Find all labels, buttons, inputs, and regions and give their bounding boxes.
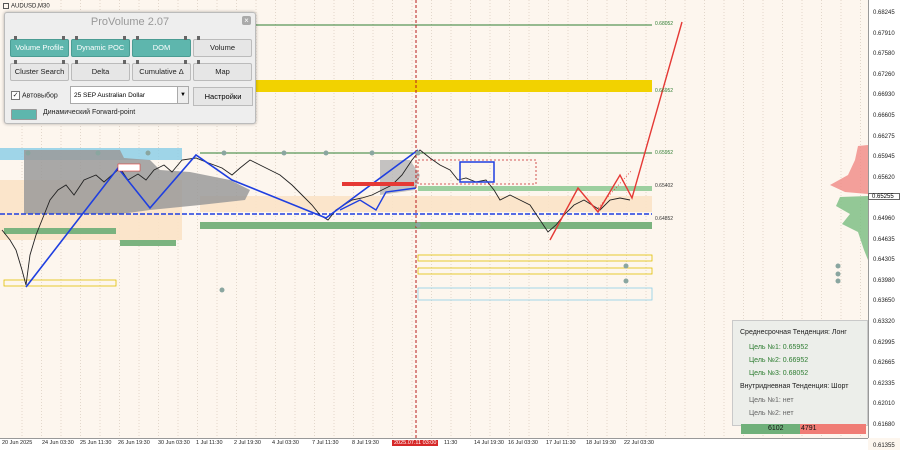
time-tick-label: 26 Jun 19:30 xyxy=(118,440,150,446)
price-tick-label: 0.64960 xyxy=(873,216,895,222)
sell-volume-value: 4791 xyxy=(801,425,817,432)
price-tick-label: 0.66275 xyxy=(873,133,895,140)
price-tick-label: 0.65945 xyxy=(873,154,895,161)
price-tick-label: 0.64635 xyxy=(873,236,895,243)
time-tick-label: 20 Jun 2025 xyxy=(2,440,33,446)
red-dashed-rect xyxy=(417,159,537,185)
intraday-target-2: Цель №2: нет xyxy=(749,410,794,417)
price-tick-label: 0.61680 xyxy=(873,422,895,428)
green-level-d xyxy=(418,186,652,191)
yellow-zone-top xyxy=(200,80,652,92)
green-level-c xyxy=(200,222,652,229)
buy-volume-value: 6102 xyxy=(768,425,784,432)
time-tick-label: 11:30 xyxy=(444,440,458,446)
mid-target-3: Цель №3: 0.68052 xyxy=(749,370,809,377)
time-tick-label: 2025.07.11 03:00 xyxy=(392,440,439,446)
time-tick-label: 2 Jul 19:30 xyxy=(234,440,261,446)
green-level-a xyxy=(4,228,116,234)
intraday-target-1: Цель №1: нет xyxy=(749,397,794,404)
trend-info-box: Среднесрочная Тенденция: Лонг Цель №1: 0… xyxy=(732,320,868,426)
time-tick-label: 14 Jul 19:30 xyxy=(474,440,504,446)
level-label-target2: 0.66952 xyxy=(655,88,674,94)
forward-point-label: Динамический Forward-point xyxy=(43,109,136,116)
price-tick-label: 0.62995 xyxy=(873,339,895,346)
mid-target-1: Цель №1: 0.65952 xyxy=(749,344,809,351)
price-tick-label: 0.62665 xyxy=(873,360,895,367)
chart-area[interactable]: AUDUSD,M30 0.68052 0.66952 0.65952 0.654… xyxy=(0,0,868,438)
time-tick-label: 18 Jul 19:30 xyxy=(586,440,616,446)
level-label-support: 0.64852 xyxy=(655,216,674,222)
cluster-search-button[interactable]: Cluster Search xyxy=(10,60,69,81)
settings-button[interactable]: Настройки xyxy=(193,87,253,106)
time-tick-label: 16 Jul 03:30 xyxy=(508,440,538,446)
auto-select-checkbox[interactable]: ✓ Автовыбор xyxy=(11,91,58,100)
close-button[interactable]: × xyxy=(242,16,251,25)
volume-button[interactable]: Volume xyxy=(193,36,252,57)
current-price-label: 0.65255 xyxy=(868,193,900,200)
red-band xyxy=(342,182,414,186)
check-icon: ✓ xyxy=(11,91,20,100)
time-tick-label: 4 Jul 03:30 xyxy=(272,440,299,446)
red-label-box xyxy=(117,163,141,172)
mid-term-trend-title: Среднесрочная Тенденция: Лонг xyxy=(740,329,847,336)
price-tick-label: 0.67580 xyxy=(873,51,895,58)
instrument-select[interactable]: 25 SEP Australian Dollar ▼ xyxy=(70,86,189,104)
chevron-down-icon: ▼ xyxy=(177,87,188,103)
provolume-panel[interactable]: ProVolume 2.07 × Volume Profile Dynamic … xyxy=(4,12,256,124)
price-tick-label: 0.64305 xyxy=(873,257,895,264)
forward-point-toggle[interactable] xyxy=(11,109,37,120)
map-button[interactable]: Map xyxy=(193,60,252,81)
mid-target-2: Цель №2: 0.66952 xyxy=(749,357,809,364)
price-tick-label: 0.62335 xyxy=(873,380,895,387)
time-tick-label: 30 Jun 03:30 xyxy=(158,440,190,446)
time-axis[interactable]: 20 Jun 2025 24 Jun 03:30 25 Jun 11:30 26 Ju… xyxy=(0,438,868,450)
time-tick-label: 17 Jul 11:30 xyxy=(546,440,576,446)
dynamic-poc-button[interactable]: Dynamic POC xyxy=(71,36,130,57)
outline-boxes xyxy=(3,254,653,301)
intraday-trend-title: Внутридневная Тенденция: Шорт xyxy=(740,383,849,390)
price-tick-label: 0.68245 xyxy=(873,10,895,16)
delta-button[interactable]: Delta xyxy=(71,60,130,81)
time-tick-label: 22 Jul 03:30 xyxy=(624,440,654,446)
time-tick-label: 1 Jul 11:30 xyxy=(196,440,223,446)
price-tick-label: 0.61355 xyxy=(873,442,895,449)
panel-title: ProVolume 2.07 xyxy=(90,16,170,28)
price-tick-label: 0.63650 xyxy=(873,298,895,305)
price-tick-label: 0.63320 xyxy=(873,319,895,325)
right-profile-red xyxy=(830,145,868,194)
price-tick-label: 0.66930 xyxy=(873,92,895,99)
price-tick-label: 0.62010 xyxy=(873,401,895,408)
volume-profile-button[interactable]: Volume Profile xyxy=(10,36,69,57)
blue-rect-a xyxy=(459,161,495,183)
level-label-target3: 0.68052 xyxy=(655,21,674,27)
level-label-mid: 0.65402 xyxy=(655,183,674,189)
price-tick-label: 0.67260 xyxy=(873,71,895,78)
price-tick-label: 0.66605 xyxy=(873,113,895,119)
price-tick-label: 0.67910 xyxy=(873,30,895,37)
price-tick-label: 0.63980 xyxy=(873,277,895,284)
cumulative-delta-button[interactable]: Cumulative Δ xyxy=(132,60,191,81)
symbol-label: AUDUSD,M30 xyxy=(3,3,50,10)
green-level-b xyxy=(120,240,176,246)
price-tick-label: 0.65620 xyxy=(873,174,895,181)
level-label-target1: 0.65952 xyxy=(655,150,674,156)
price-axis[interactable]: 0.68245 0.67910 0.67580 0.67260 0.66930 0.666… xyxy=(868,0,900,449)
time-tick-label: 8 Jul 19:30 xyxy=(352,440,379,446)
peach-zone-mid xyxy=(200,196,652,212)
time-tick-label: 7 Jul 11:30 xyxy=(312,440,339,446)
time-tick-label: 25 Jun 11:30 xyxy=(80,440,112,446)
time-tick-label: 24 Jun 03:30 xyxy=(42,440,74,446)
dom-button[interactable]: DOM xyxy=(132,36,191,57)
